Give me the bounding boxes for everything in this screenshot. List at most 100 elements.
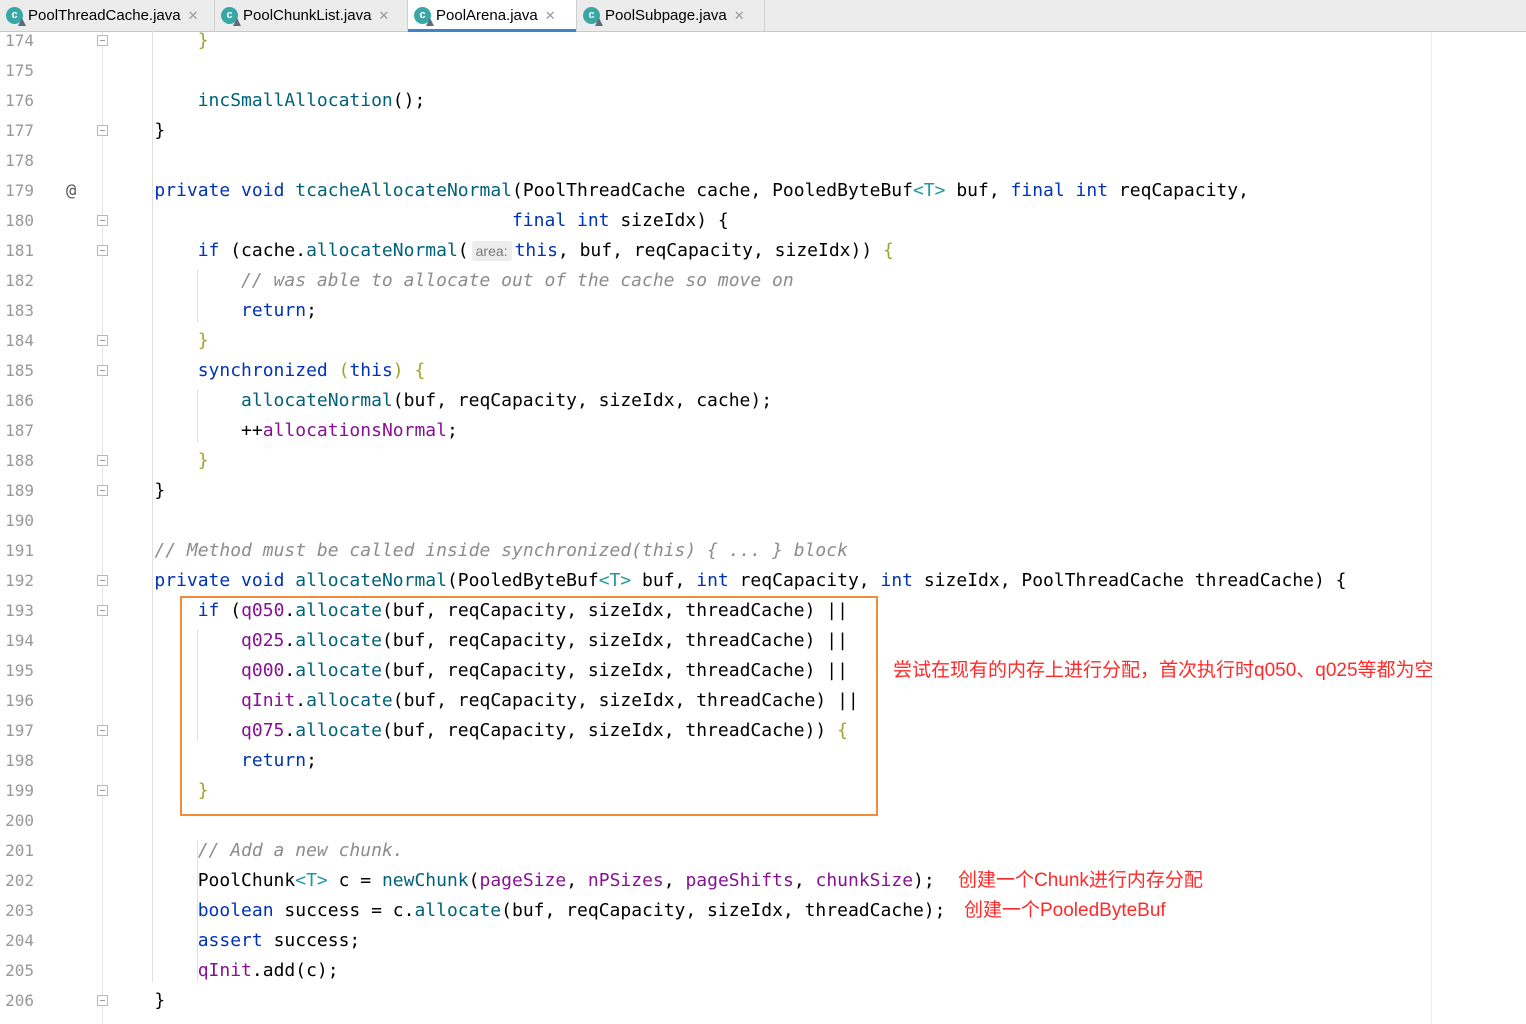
code-line[interactable]: 189 }	[0, 476, 1526, 506]
tab-label: PoolChunkList.java	[243, 7, 372, 24]
fold-end-icon[interactable]	[97, 125, 108, 136]
close-icon[interactable]: ✕	[734, 8, 745, 24]
code-line[interactable]: 194 q025.allocate(buf, reqCapacity, size…	[0, 626, 1526, 656]
code-text: private void tcacheAllocateNormal(PoolTh…	[111, 176, 1249, 206]
code-text: // Add a new chunk.	[111, 836, 404, 866]
code-text: }	[111, 446, 209, 476]
code-line[interactable]: 193 if (q050.allocate(buf, reqCapacity, …	[0, 596, 1526, 626]
code-line[interactable]: 176 incSmallAllocation();	[0, 86, 1526, 116]
close-icon[interactable]: ✕	[188, 8, 199, 24]
implements-marker-icon[interactable]: @	[66, 176, 76, 206]
code-line[interactable]: 182 // was able to allocate out of the c…	[0, 266, 1526, 296]
code-line[interactable]: 203 boolean success = c.allocate(buf, re…	[0, 896, 1526, 926]
code-token: return	[241, 300, 307, 321]
close-icon[interactable]: ✕	[545, 8, 556, 24]
code-token: (buf, reqCapacity, sizeIdx, threadCache)…	[381, 600, 848, 621]
code-token: (PoolThreadCache cache, PooledByteBuf	[512, 180, 913, 201]
line-number: 188	[5, 451, 34, 470]
code-token: q000	[241, 660, 285, 681]
line-number: 191	[5, 541, 34, 560]
code-line[interactable]: 185 synchronized (this) {	[0, 356, 1526, 386]
code-text: boolean success = c.allocate(buf, reqCap…	[111, 896, 946, 926]
line-number: 199	[5, 781, 34, 800]
fold-start-icon[interactable]	[97, 605, 108, 616]
line-number: 175	[5, 61, 34, 80]
code-token: (	[468, 870, 480, 891]
fold-start-icon[interactable]	[97, 725, 108, 736]
code-token: // Add a new chunk.	[197, 840, 404, 861]
code-token: )	[392, 360, 415, 381]
code-line[interactable]: 197 q075.allocate(buf, reqCapacity, size…	[0, 716, 1526, 746]
line-number: 174	[5, 31, 34, 50]
line-number: 177	[5, 121, 34, 140]
code-line[interactable]: 202 PoolChunk<T> c = newChunk(pageSize, …	[0, 866, 1526, 896]
code-token: tcacheAllocateNormal	[295, 180, 512, 201]
fold-start-icon[interactable]	[97, 245, 108, 256]
code-line[interactable]: 184 }	[0, 326, 1526, 356]
code-line[interactable]: 180 final int sizeIdx) {	[0, 206, 1526, 236]
code-token: allocationsNormal	[262, 420, 447, 441]
code-line[interactable]: 177 }	[0, 116, 1526, 146]
code-line[interactable]: 175	[0, 56, 1526, 86]
code-token: sizeIdx, PoolThreadCache threadCache) {	[923, 570, 1347, 591]
code-text: incSmallAllocation();	[111, 86, 426, 116]
code-line[interactable]: 204 assert success;	[0, 926, 1526, 956]
code-token: allocate	[295, 630, 382, 651]
code-token: (cache.	[230, 240, 307, 261]
code-line[interactable]: 192 private void allocateNormal(PooledBy…	[0, 566, 1526, 596]
code-token: .	[284, 630, 296, 651]
code-line[interactable]: 206 }	[0, 986, 1526, 1016]
annotation-try-existing: 尝试在现有的内存上进行分配，首次执行时q050、q025等都为空	[893, 660, 1434, 681]
line-number: 206	[5, 991, 34, 1010]
code-line[interactable]: 174 }	[0, 26, 1526, 56]
code-text: ++allocationsNormal;	[111, 416, 458, 446]
tab-icon-letter: c	[588, 9, 595, 21]
annotation-create-chunk: 创建一个Chunk进行内存分配	[958, 870, 1203, 891]
tab-label: PoolSubpage.java	[605, 7, 727, 24]
fold-start-icon[interactable]	[97, 365, 108, 376]
code-token: success = c.	[284, 900, 415, 921]
code-line[interactable]: 205 qInit.add(c);	[0, 956, 1526, 986]
code-line[interactable]: 198 return;	[0, 746, 1526, 776]
line-number: 181	[5, 241, 34, 260]
code-line[interactable]: 199 }	[0, 776, 1526, 806]
code-token: (buf, reqCapacity, sizeIdx, threadCache)…	[381, 660, 848, 681]
line-number: 205	[5, 961, 34, 980]
code-line[interactable]: 201 // Add a new chunk.	[0, 836, 1526, 866]
code-line[interactable]: 200	[0, 806, 1526, 836]
fold-start-icon[interactable]	[97, 575, 108, 586]
fold-end-icon[interactable]	[97, 995, 108, 1006]
code-text: if (q050.allocate(buf, reqCapacity, size…	[111, 596, 848, 626]
code-line[interactable]: 181 if (cache.allocateNormal(area: this, …	[0, 236, 1526, 266]
code-line[interactable]: 187 ++allocationsNormal;	[0, 416, 1526, 446]
line-number: 204	[5, 931, 34, 950]
fold-end-icon[interactable]	[97, 35, 108, 46]
line-number: 197	[5, 721, 34, 740]
code-line[interactable]: 191 // Method must be called inside sync…	[0, 536, 1526, 566]
code-text: // was able to allocate out of the cache…	[111, 266, 794, 296]
code-text: qInit.add(c);	[111, 956, 339, 986]
fold-end-icon[interactable]	[97, 455, 108, 466]
code-line[interactable]: 186 allocateNormal(buf, reqCapacity, siz…	[0, 386, 1526, 416]
fold-end-icon[interactable]	[97, 785, 108, 796]
code-token: }	[197, 330, 209, 351]
line-number: 178	[5, 151, 34, 170]
code-token: incSmallAllocation	[197, 90, 393, 111]
code-editor[interactable]: 174 } 175 176 incSmallAllocation(); 177 } 17…	[0, 30, 1526, 1024]
code-line[interactable]: 178	[0, 146, 1526, 176]
code-line[interactable]: 183 return;	[0, 296, 1526, 326]
code-line[interactable]: 196 qInit.allocate(buf, reqCapacity, siz…	[0, 686, 1526, 716]
code-token: this	[349, 360, 393, 381]
fold-end-icon[interactable]	[97, 485, 108, 496]
fold-end-icon[interactable]	[97, 335, 108, 346]
line-number: 196	[5, 691, 34, 710]
close-icon[interactable]: ✕	[378, 8, 389, 24]
code-line[interactable]: 179 @ private void tcacheAllocateNormal(P…	[0, 176, 1526, 206]
code-line[interactable]: 190	[0, 506, 1526, 536]
line-number: 201	[5, 841, 34, 860]
fold-start-icon[interactable]	[97, 215, 108, 226]
code-line[interactable]: 188 }	[0, 446, 1526, 476]
java-class-icon: c	[414, 7, 431, 24]
line-number: 187	[5, 421, 34, 440]
line-number: 184	[5, 331, 34, 350]
